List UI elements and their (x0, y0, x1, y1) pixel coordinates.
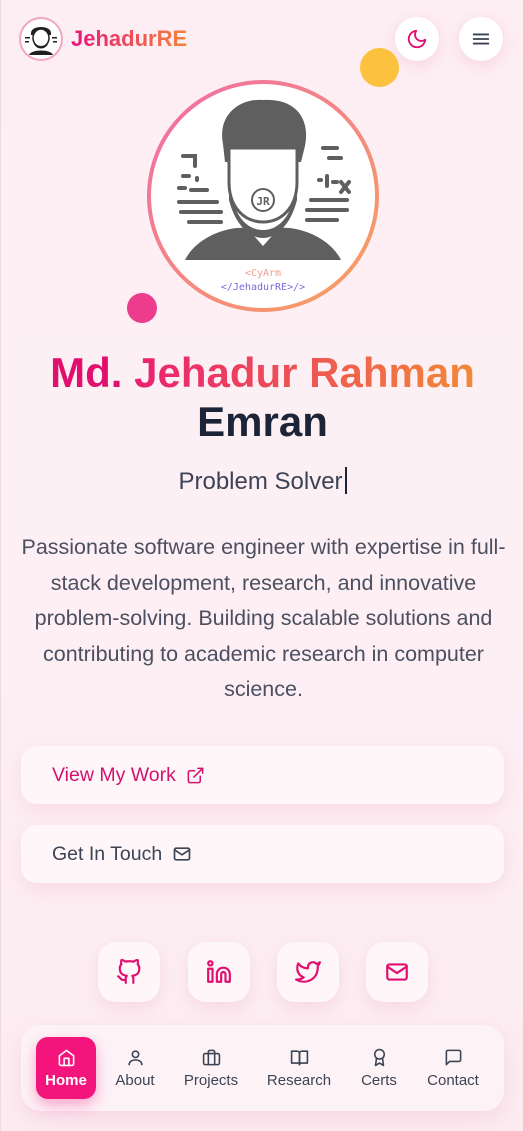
message-icon (445, 1049, 461, 1065)
book-icon (290, 1049, 308, 1065)
nav-item-certs[interactable]: Certs (355, 1037, 403, 1099)
linkedin-icon (207, 960, 231, 983)
name-middle: Jehadur Rahman (134, 349, 475, 396)
logo-avatar (19, 17, 63, 61)
nav-label-research: Research (266, 1071, 332, 1089)
typing-cursor (344, 467, 347, 494)
page: JehadurRE JR <CyArm </JehadurRE>/> Md. J… (0, 0, 523, 1131)
avatar-tag-line2: </JehadurRE>/> (221, 282, 305, 293)
get-in-touch-label: Get In Touch (52, 842, 163, 865)
hero-name: Md. Jehadur Rahman (1, 348, 523, 398)
brand-link[interactable]: JehadurRE (19, 17, 187, 61)
view-work-label: View My Work (52, 763, 176, 786)
header: JehadurRE (1, 0, 523, 80)
award-icon (373, 1048, 385, 1066)
menu-icon (472, 33, 490, 45)
nav-label-certs: Certs (361, 1071, 397, 1089)
role-typewriter: Problem Solver (1, 466, 523, 498)
bottom-nav: Home About Projects Research Certs Conta… (21, 1025, 504, 1111)
mail-icon (173, 847, 191, 861)
nav-label-about: About (115, 1071, 155, 1089)
nav-item-contact[interactable]: Contact (421, 1037, 485, 1099)
nav-label-contact: Contact (427, 1071, 479, 1089)
nav-item-home[interactable]: Home (36, 1037, 96, 1099)
linkedin-link[interactable] (188, 942, 250, 1002)
view-work-button[interactable]: View My Work (21, 746, 504, 804)
twitter-icon (295, 961, 321, 983)
nav-label-projects: Projects (183, 1071, 239, 1089)
github-link[interactable] (98, 942, 160, 1002)
menu-button[interactable] (459, 17, 503, 61)
brand-name: JehadurRE (71, 26, 188, 51)
home-icon (58, 1049, 74, 1066)
nav-item-about[interactable]: About (109, 1037, 161, 1099)
briefcase-icon (202, 1049, 220, 1065)
decorative-dot-pink (127, 293, 157, 323)
avatar-tag-line1: <CyArm (245, 268, 281, 279)
nav-item-research[interactable]: Research (263, 1037, 335, 1099)
external-link-icon (187, 767, 204, 783)
user-icon (127, 1049, 143, 1065)
bio-text: Passionate software engineer with expert… (21, 535, 506, 701)
role-text: Problem Solver (178, 468, 343, 495)
nav-label-home: Home (45, 1071, 87, 1089)
get-in-touch-button[interactable]: Get In Touch (21, 825, 504, 883)
name-first: Md. (50, 349, 123, 396)
avatar-monogram: JR (256, 195, 270, 208)
mail-icon (386, 963, 408, 981)
twitter-link[interactable] (277, 942, 339, 1002)
theme-toggle-button[interactable] (395, 17, 439, 61)
moon-icon (407, 29, 427, 49)
github-icon (117, 959, 141, 984)
profile-avatar: JR <CyArm </JehadurRE>/> (147, 80, 379, 312)
email-link[interactable] (366, 942, 428, 1002)
decorative-dot-yellow (360, 48, 399, 87)
nav-item-projects[interactable]: Projects (179, 1037, 243, 1099)
name-last: Emran (197, 398, 328, 445)
